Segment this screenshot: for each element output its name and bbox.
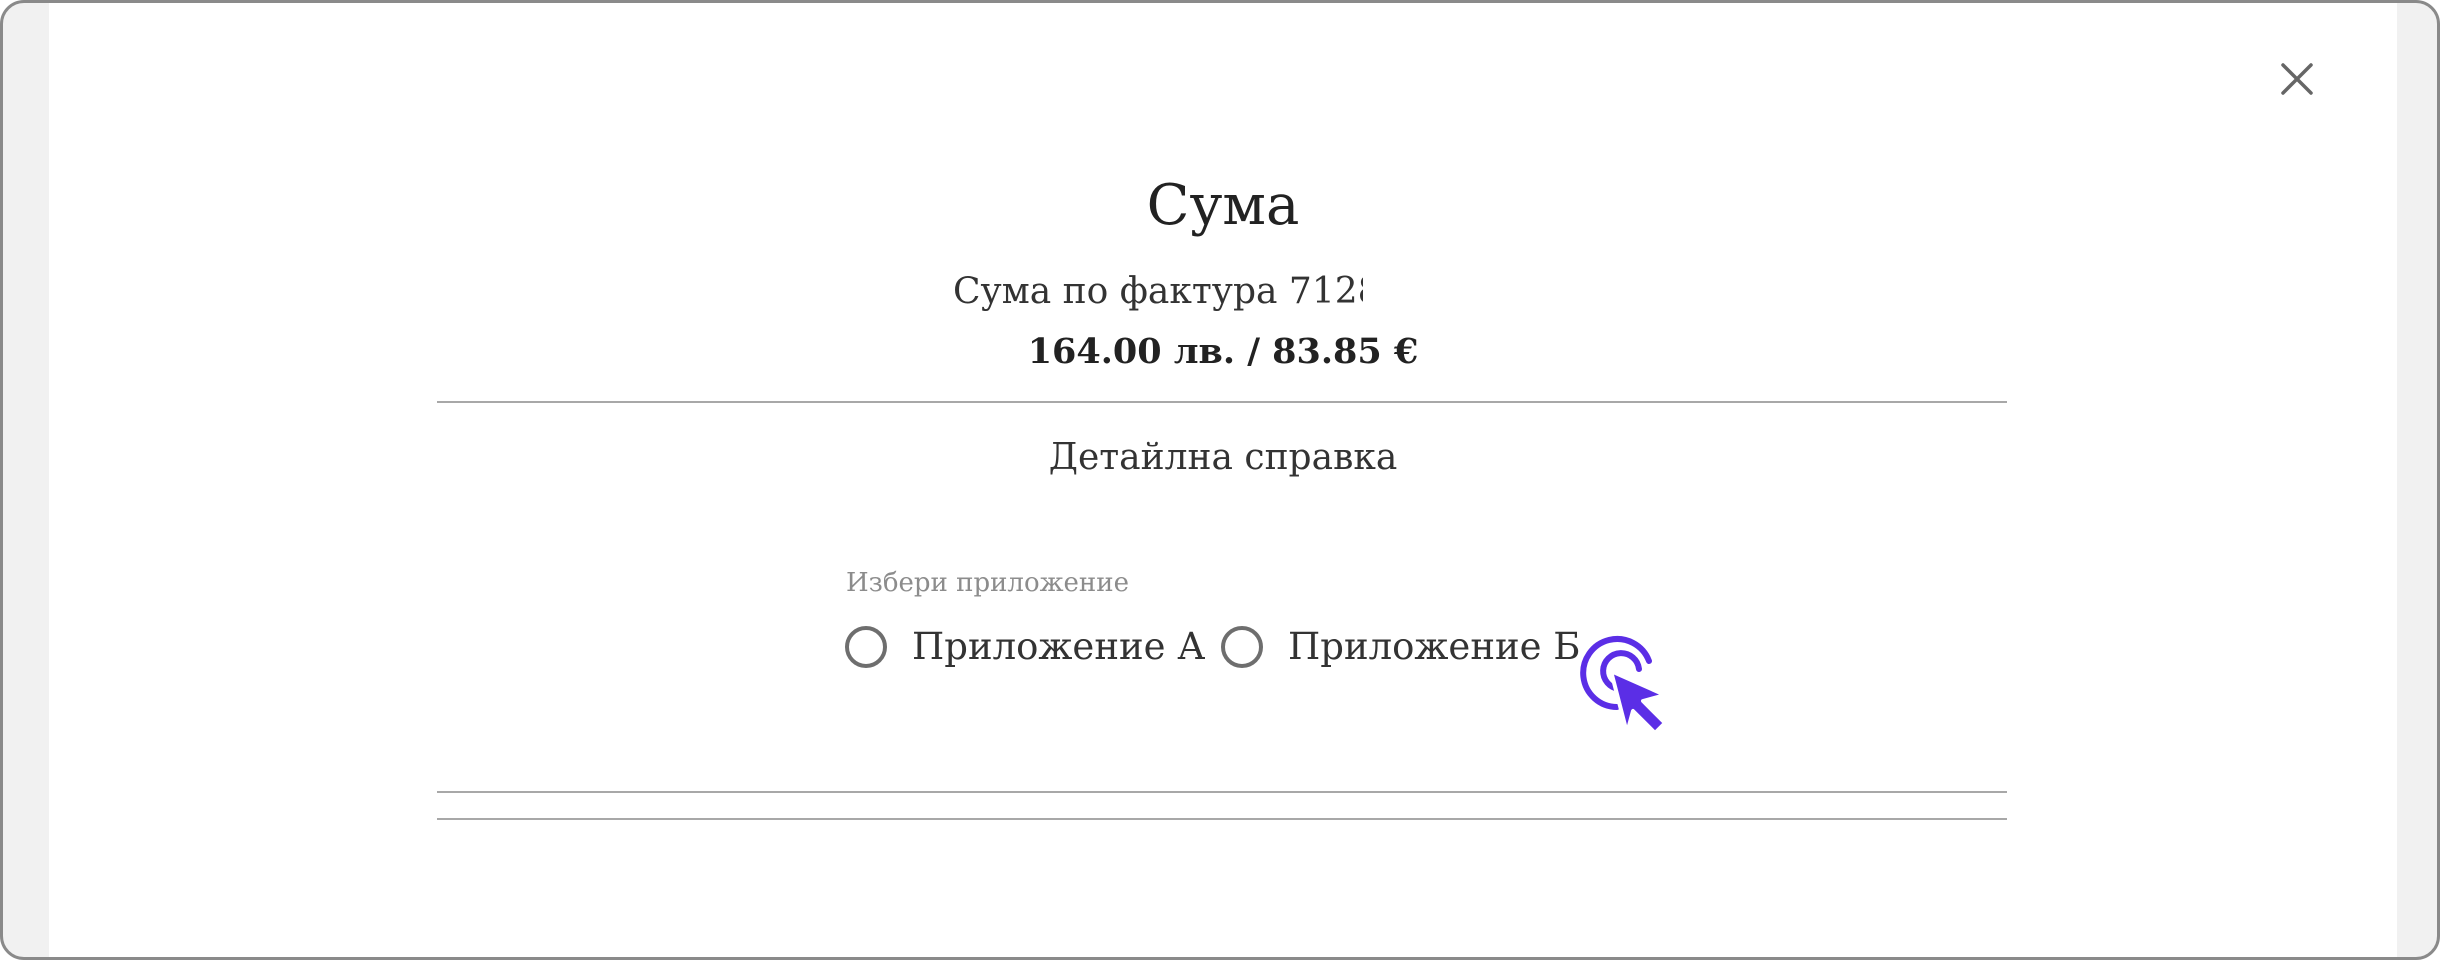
detail-report-title: Детайлна справка <box>1048 437 1398 478</box>
radio-label: Приложение А <box>912 625 1206 668</box>
dialog <box>49 3 2397 957</box>
radio-circle[interactable] <box>1221 625 1263 668</box>
click-cursor-icon <box>1580 636 1667 735</box>
close-icon <box>2281 63 2313 95</box>
attachment-group-label: Избери приложение <box>846 568 1129 598</box>
invoice-amount: 164.00 лв. / 83.85 € <box>1027 331 1419 372</box>
divider <box>437 401 2007 403</box>
radio-option-attachment-a[interactable]: Приложение А <box>845 625 1205 668</box>
dialog-title: Сума <box>1146 173 1300 238</box>
divider <box>437 791 2007 793</box>
divider <box>437 818 2007 820</box>
invoice-subtitle: Сума по фактура 7128 <box>953 271 1363 312</box>
window-frame: Сума Сума по фактура 7128 164.00 лв. / 8… <box>0 0 2440 960</box>
radio-option-attachment-b[interactable]: Приложение Б <box>1221 625 1581 668</box>
radio-circle[interactable] <box>845 625 887 668</box>
radio-label: Приложение Б <box>1288 625 1581 668</box>
close-button[interactable] <box>2273 55 2321 103</box>
